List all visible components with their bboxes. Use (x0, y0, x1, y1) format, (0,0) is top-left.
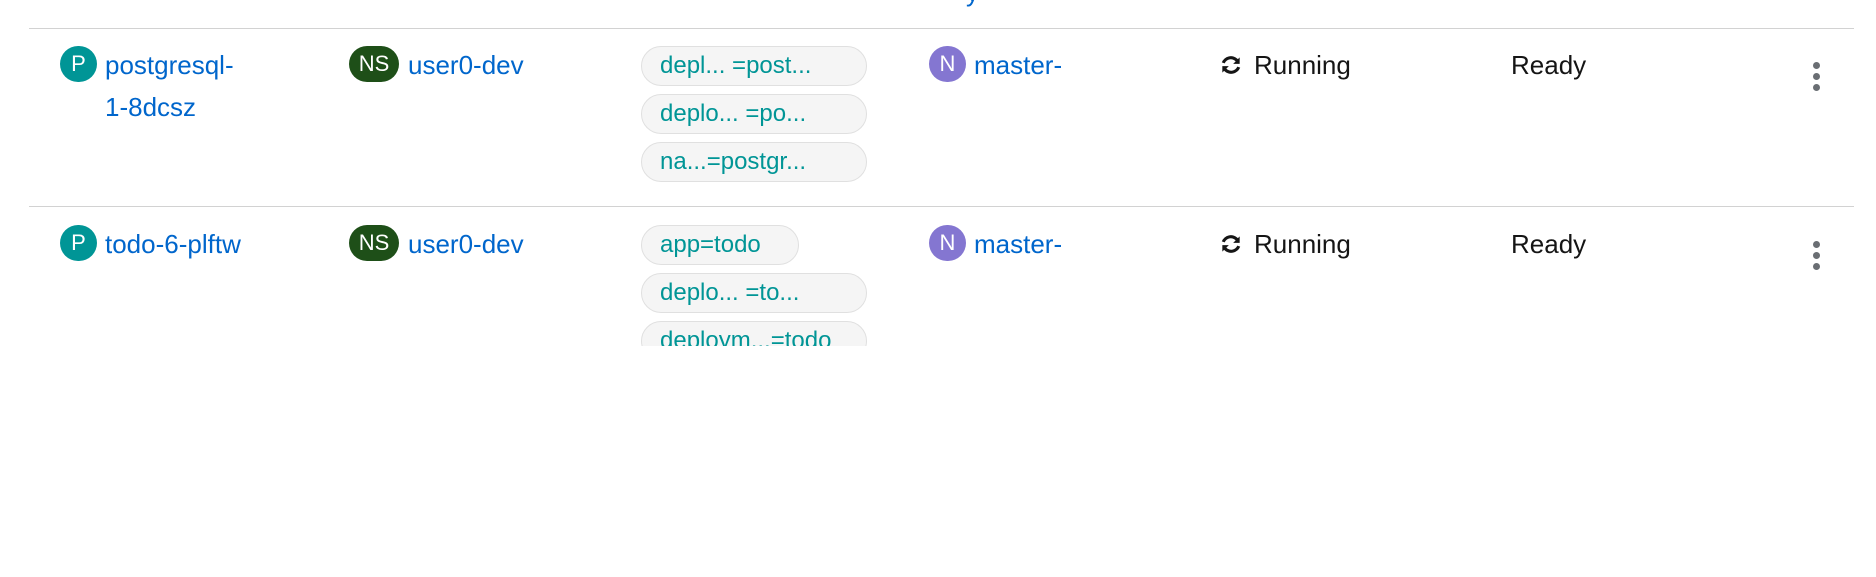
node-link[interactable]: master- (974, 44, 1062, 86)
pod-status: Running (1218, 223, 1351, 265)
label-chip[interactable]: na...=postgr... (641, 142, 867, 182)
namespace-link[interactable]: user0-dev (408, 44, 524, 86)
partial-header-link[interactable]: y (966, 0, 979, 6)
readiness-text: Ready (1511, 50, 1587, 80)
label-chip[interactable]: deploym...=todo (641, 321, 867, 346)
label-chip[interactable]: app=todo (641, 225, 799, 265)
pod-status: Running (1218, 44, 1351, 86)
node-resource-badge: N (929, 46, 966, 82)
readiness-text: Ready (1511, 229, 1587, 259)
label-chip[interactable]: deplo... =to... (641, 273, 867, 313)
namespace-resource-badge: NS (349, 225, 399, 261)
namespace-resource-badge: NS (349, 46, 399, 82)
labels-list: app=todo deplo... =to... deploym...=todo (641, 225, 871, 346)
table-row: P postgresql- 1-8dcsz NS user0-dev depl.… (29, 28, 1854, 207)
pod-name-link[interactable]: todo-6-plftw (105, 223, 241, 265)
status-text: Running (1254, 50, 1351, 80)
kebab-icon[interactable] (1806, 235, 1826, 275)
label-chip[interactable]: depl... =post... (641, 46, 867, 86)
status-text: Running (1254, 229, 1351, 259)
sync-icon (1221, 56, 1241, 74)
sync-icon (1221, 235, 1241, 253)
label-chip[interactable]: deplo... =po... (641, 94, 867, 134)
pod-resource-badge: P (60, 225, 97, 261)
namespace-link[interactable]: user0-dev (408, 223, 524, 265)
pod-name-link[interactable]: postgresql- 1-8dcsz (105, 44, 234, 128)
labels-list: depl... =post... deplo... =po... na...=p… (641, 46, 871, 190)
table-row: P todo-6-plftw NS user0-dev app=todo dep… (29, 207, 1854, 346)
pod-resource-badge: P (60, 46, 97, 82)
node-resource-badge: N (929, 225, 966, 261)
kebab-icon[interactable] (1806, 56, 1826, 96)
node-link[interactable]: master- (974, 223, 1062, 265)
